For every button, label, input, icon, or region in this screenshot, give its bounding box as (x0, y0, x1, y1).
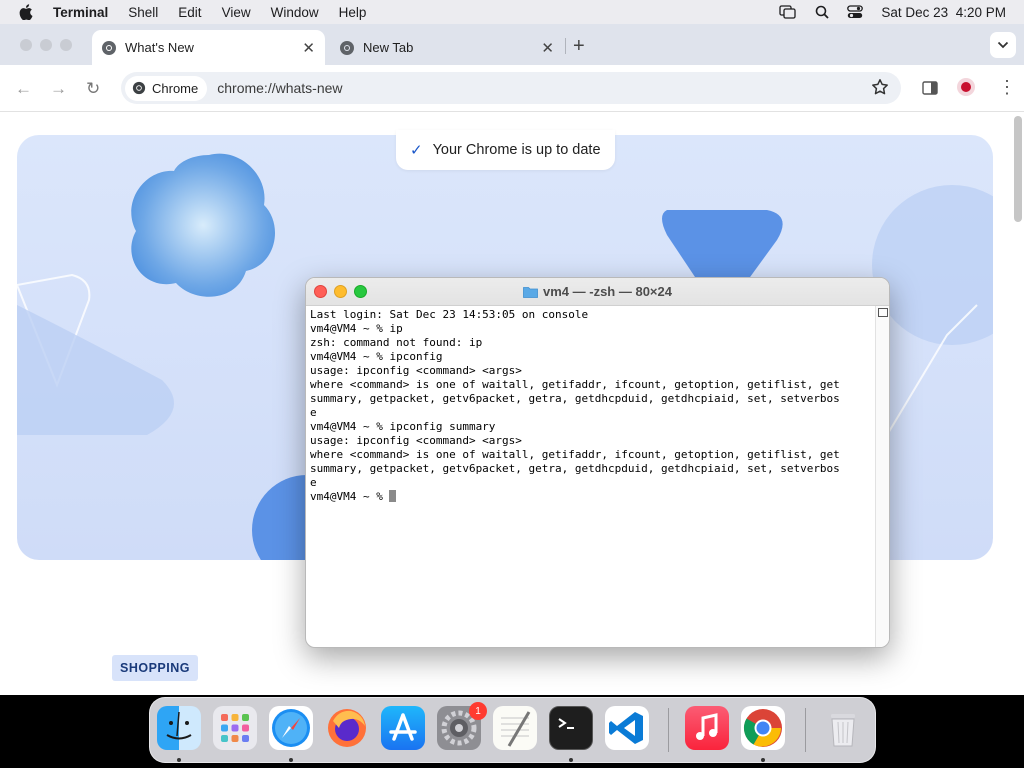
tab-strip: What's New ✕ New Tab ✕ + (0, 24, 1024, 65)
update-status-text: Your Chrome is up to date (432, 142, 601, 158)
menu-edit[interactable]: Edit (168, 5, 211, 20)
terminal-line: e (310, 476, 317, 489)
terminal-prompt-line: vm4@VM4 ~ % (310, 490, 874, 504)
section-label-shopping: SHOPPING (112, 655, 198, 681)
tab-new-tab[interactable]: New Tab ✕ (330, 30, 564, 65)
menu-shell[interactable]: Shell (118, 5, 168, 20)
update-status-toast: ✓ Your Chrome is up to date (396, 130, 615, 170)
dock-textedit-icon[interactable] (493, 706, 537, 750)
terminal-line: vm4@VM4 ~ % ipconfig summary (310, 420, 496, 433)
profile-avatar[interactable] (956, 77, 976, 102)
terminal-window: vm4 — -zsh — 80×24 Last login: Sat Dec 2… (305, 277, 890, 648)
tab-close-icon[interactable]: ✕ (302, 39, 315, 57)
dock-safari-icon[interactable] (269, 706, 313, 750)
site-info-chip[interactable]: Chrome (125, 75, 208, 101)
reload-icon[interactable]: ↻ (86, 79, 100, 99)
apple-menu-icon[interactable] (19, 4, 39, 20)
chrome-favicon-icon (340, 40, 354, 55)
control-center-icon[interactable] (847, 5, 864, 19)
chip-label: Chrome (152, 80, 199, 96)
terminal-line: summary, getpacket, getv6packet, getra, … (310, 462, 840, 475)
terminal-minimize-button[interactable] (334, 285, 347, 298)
terminal-line: e (310, 406, 317, 419)
chrome-zoom-button[interactable] (60, 39, 72, 51)
menu-bar: Terminal Shell Edit View Window Help Sat… (0, 0, 1024, 24)
terminal-line: vm4@VM4 ~ % ipconfig (310, 350, 443, 363)
dock-app-store-icon[interactable] (381, 706, 425, 750)
chevron-down-icon (997, 41, 1009, 49)
safari-running-dot (289, 758, 293, 762)
terminal-zoom-button[interactable] (354, 285, 367, 298)
terminal-line: usage: ipconfig <command> <args> (310, 364, 522, 377)
dock-chrome-icon[interactable] (741, 706, 785, 750)
address-bar[interactable]: Chrome chrome://whats-new (121, 72, 901, 104)
dock-separator (805, 708, 806, 752)
dock-music-icon[interactable] (685, 706, 729, 750)
settings-notification-badge: 1 (469, 702, 487, 720)
back-arrow-icon[interactable]: ← (15, 79, 32, 99)
terminal-close-button[interactable] (314, 285, 327, 298)
terminal-line: where <command> is one of waitall, getif… (310, 378, 840, 391)
terminal-title: vm4 — -zsh — 80×24 (543, 284, 672, 299)
dock-launchpad-icon[interactable] (213, 706, 257, 750)
menu-view[interactable]: View (212, 5, 261, 20)
dock-vscode-icon[interactable] (605, 706, 649, 750)
dock-separator (668, 708, 669, 752)
terminal-cursor (389, 490, 397, 502)
terminal-line: vm4@VM4 ~ % ip (310, 322, 403, 335)
terminal-titlebar[interactable]: vm4 — -zsh — 80×24 (306, 278, 889, 306)
terminal-output[interactable]: Last login: Sat Dec 23 14:53:05 on conso… (310, 308, 874, 646)
spotlight-search-icon[interactable] (815, 5, 830, 19)
tab-title: What's New (125, 40, 194, 55)
checkmark-icon: ✓ (410, 142, 423, 159)
page-scrollbar[interactable] (1014, 116, 1022, 222)
folder-icon (523, 286, 538, 298)
finder-running-dot (177, 758, 181, 762)
marks-icon (878, 308, 888, 317)
menu-help[interactable]: Help (329, 5, 377, 20)
dock-trash-icon[interactable] (821, 706, 865, 750)
side-panel-icon[interactable] (922, 80, 938, 101)
terminal-line: zsh: command not found: ip (310, 336, 483, 349)
chrome-logo-icon (132, 81, 146, 95)
terminal-line: summary, getpacket, getv6packet, getra, … (310, 392, 840, 405)
menubar-clock[interactable]: Sat Dec 23 4:20 PM (881, 5, 1006, 20)
terminal-scrollbar[interactable] (875, 306, 889, 647)
chrome-running-dot (761, 758, 765, 762)
dock-terminal-icon[interactable] (549, 706, 593, 750)
new-tab-plus-icon[interactable]: + (573, 35, 585, 58)
dock-firefox-icon[interactable] (325, 706, 369, 750)
chrome-favicon-icon (102, 40, 116, 55)
terminal-line: usage: ipconfig <command> <args> (310, 434, 522, 447)
screen-mirroring-icon[interactable] (779, 5, 797, 19)
chrome-toolbar: ← → ↻ Chrome chrome://whats-new ⋮ (0, 65, 1024, 112)
tab-whats-new[interactable]: What's New ✕ (92, 30, 325, 65)
menu-app-name[interactable]: Terminal (53, 5, 118, 20)
chrome-close-button[interactable] (20, 39, 32, 51)
terminal-running-dot (569, 758, 573, 762)
forward-arrow-icon[interactable]: → (50, 79, 67, 99)
kebab-menu-icon[interactable]: ⋮ (998, 77, 1016, 98)
tab-search-button[interactable] (990, 32, 1016, 58)
tab-title: New Tab (363, 40, 414, 55)
terminal-prompt: vm4@VM4 ~ % (310, 490, 390, 503)
terminal-line: Last login: Sat Dec 23 14:53:05 on conso… (310, 308, 589, 321)
tab-divider (565, 38, 566, 54)
dock: 1 (149, 697, 876, 763)
terminal-line: where <command> is one of waitall, getif… (310, 448, 840, 461)
url-text[interactable]: chrome://whats-new (217, 80, 342, 96)
menubar-time: 4:20 PM (955, 4, 1006, 20)
menu-window[interactable]: Window (261, 5, 329, 20)
dock-finder-icon[interactable] (157, 706, 201, 750)
chrome-minimize-button[interactable] (40, 39, 52, 51)
tab-close-icon[interactable]: ✕ (541, 39, 554, 57)
menubar-date: Sat Dec 23 (881, 4, 949, 20)
bookmark-star-icon[interactable] (871, 78, 889, 101)
